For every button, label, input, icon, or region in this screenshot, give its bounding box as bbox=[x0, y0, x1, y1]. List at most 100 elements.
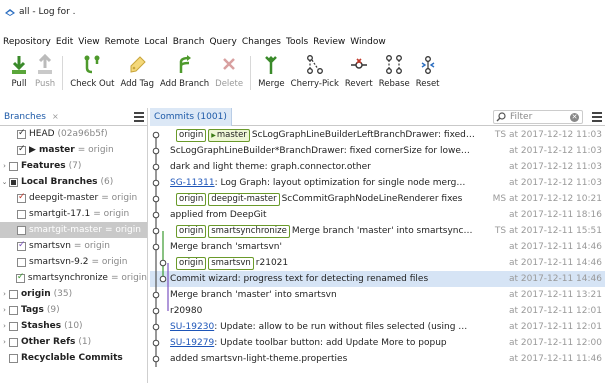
branch-tree-item[interactable]: ⌄ Local Branches (6) bbox=[0, 174, 147, 190]
menu-repository[interactable]: Repository bbox=[3, 37, 51, 47]
ref-badge[interactable]: origin bbox=[176, 256, 207, 270]
commit-row[interactable]: SU-19230: Update: allow to be run withou… bbox=[150, 319, 605, 335]
commit-node[interactable] bbox=[152, 291, 160, 299]
commit-row[interactable]: applied from DeepGit at 2017-12-11 18:16 bbox=[150, 207, 605, 223]
commit-row[interactable]: ScLogGraphLineBuilder*BranchDrawer: fixe… bbox=[150, 143, 605, 159]
clear-filter-icon[interactable]: ✕ bbox=[570, 113, 579, 122]
branch-tree-item[interactable]: deepgit-master= origin bbox=[0, 190, 147, 206]
branch-checkbox[interactable] bbox=[17, 240, 26, 251]
expand-arrow-icon[interactable]: › bbox=[0, 322, 9, 330]
menu-edit[interactable]: Edit bbox=[56, 37, 73, 47]
commit-row[interactable]: SU-19279: Update toolbar button: add Upd… bbox=[150, 335, 605, 351]
menu-query[interactable]: Query bbox=[209, 37, 236, 47]
branch-checkbox[interactable] bbox=[15, 272, 25, 283]
branch-checkbox[interactable] bbox=[9, 353, 18, 363]
commit-row[interactable]: Merge branch 'smartsvn' at 2017-12-11 14:… bbox=[150, 239, 605, 255]
ref-badge[interactable]: origin bbox=[176, 192, 207, 206]
commit-row[interactable]: added smartsvn-light-theme.properties at … bbox=[150, 351, 605, 367]
rebase-button[interactable]: Rebase bbox=[376, 52, 413, 98]
branch-tree-item[interactable]: smartsvn-9.2 = origin bbox=[0, 254, 147, 270]
branch-tree-item[interactable]: smartsvn= origin bbox=[0, 238, 147, 254]
commit-node[interactable] bbox=[152, 307, 160, 315]
commit-row[interactable]: Commit wizard: progress text for detecti… bbox=[150, 271, 605, 287]
commit-row[interactable]: origin deepgit-master ScCommitGraphNodeLin… bbox=[150, 191, 605, 207]
commit-node[interactable] bbox=[152, 131, 160, 139]
branch-checkbox[interactable] bbox=[17, 192, 26, 203]
commit-node[interactable] bbox=[152, 227, 160, 235]
ref-badge[interactable]: smartsvn bbox=[208, 256, 254, 270]
menu-remote[interactable]: Remote bbox=[105, 37, 140, 47]
commit-node[interactable] bbox=[152, 339, 160, 347]
branch-tree-item[interactable]: › Other Refs (1) bbox=[0, 334, 147, 350]
branch-checkbox[interactable] bbox=[9, 177, 18, 187]
hamburger-menu-icon[interactable] bbox=[134, 112, 144, 122]
expand-arrow-icon[interactable]: › bbox=[0, 338, 9, 346]
ref-badge[interactable]: master bbox=[208, 128, 250, 142]
ref-badge[interactable]: origin bbox=[176, 224, 207, 238]
menu-window[interactable]: Window bbox=[350, 37, 386, 47]
branch-checkbox[interactable] bbox=[9, 289, 18, 299]
branch-checkbox[interactable] bbox=[17, 257, 26, 267]
add-tag-button[interactable]: Add Tag bbox=[117, 52, 157, 98]
branch-tree-item[interactable]: › Features (7) bbox=[0, 158, 147, 174]
branch-tree-item[interactable]: ▶ master= origin bbox=[0, 142, 147, 158]
commit-row[interactable]: dark and light theme: graph.connector.ot… bbox=[150, 159, 605, 175]
commit-node[interactable] bbox=[152, 147, 160, 155]
tab-commits[interactable]: Commits (1001) bbox=[150, 107, 232, 126]
tab-branches[interactable]: Branches × bbox=[0, 108, 63, 126]
ref-badge[interactable]: smartsynchronize bbox=[208, 224, 290, 238]
cherry-pick-button[interactable]: Cherry-Pick bbox=[288, 52, 342, 98]
branch-tree-item[interactable]: › Tags (9) bbox=[0, 302, 147, 318]
commit-node[interactable] bbox=[152, 179, 160, 187]
filter-input[interactable]: Filter ✕ bbox=[493, 110, 583, 124]
commit-node[interactable] bbox=[152, 211, 160, 219]
menu-view[interactable]: View bbox=[78, 37, 99, 47]
ref-badge[interactable]: deepgit-master bbox=[208, 192, 280, 206]
merge-button[interactable]: Merge bbox=[255, 52, 288, 98]
branch-checkbox[interactable] bbox=[9, 337, 18, 347]
branch-tree-item[interactable]: › Stashes (10) bbox=[0, 318, 147, 334]
branch-checkbox[interactable] bbox=[17, 225, 26, 235]
expand-arrow-icon[interactable]: ⌄ bbox=[0, 178, 9, 186]
branch-checkbox[interactable] bbox=[9, 321, 18, 331]
commit-row[interactable]: SG-11311: Log Graph: layout optimization… bbox=[150, 175, 605, 191]
commit-row[interactable]: origin smartsvn r21021 at 2017-12-11 14:46 bbox=[150, 255, 605, 271]
menu-branch[interactable]: Branch bbox=[173, 37, 205, 47]
branch-tree-item[interactable]: smartgit-master = origin bbox=[0, 222, 147, 238]
branch-checkbox[interactable] bbox=[9, 305, 18, 315]
commit-row[interactable]: r20980 at 2017-12-11 12:01 bbox=[150, 303, 605, 319]
branch-checkbox[interactable] bbox=[17, 128, 26, 139]
branch-checkbox[interactable] bbox=[17, 144, 26, 155]
expand-arrow-icon[interactable]: › bbox=[0, 306, 9, 314]
expand-arrow-icon[interactable]: › bbox=[0, 290, 9, 298]
commit-row[interactable]: origin smartsynchronize Merge branch 'mast… bbox=[150, 223, 605, 239]
expand-arrow-icon[interactable]: › bbox=[0, 162, 9, 170]
commit-node[interactable] bbox=[159, 259, 167, 267]
commit-node[interactable] bbox=[152, 323, 160, 331]
revert-button[interactable]: Revert bbox=[342, 52, 376, 98]
commit-node[interactable] bbox=[152, 163, 160, 171]
branch-tree-item[interactable]: smartgit-17.1 = origin bbox=[0, 206, 147, 222]
branch-tree-item[interactable]: › origin (35) bbox=[0, 286, 147, 302]
branch-tree-item[interactable]: Recyclable Commits bbox=[0, 350, 147, 366]
commit-node[interactable] bbox=[152, 355, 160, 363]
branch-checkbox[interactable] bbox=[17, 209, 26, 219]
push-button[interactable]: Push bbox=[32, 52, 58, 98]
branch-tree-item[interactable]: HEAD(02a96b5f) bbox=[0, 126, 147, 142]
hamburger-menu-icon[interactable] bbox=[592, 112, 602, 122]
commit-node[interactable] bbox=[152, 243, 160, 251]
branch-tree-item[interactable]: smartsynchronize= origin bbox=[0, 270, 147, 286]
close-icon[interactable]: × bbox=[52, 112, 59, 121]
menu-local[interactable]: Local bbox=[144, 37, 167, 47]
check-out-button[interactable]: Check Out bbox=[67, 52, 117, 98]
commit-node[interactable] bbox=[159, 275, 167, 283]
branch-checkbox[interactable] bbox=[9, 161, 18, 171]
commit-row[interactable]: originmasterScLogGraphLineBuilderLeftBra… bbox=[150, 127, 605, 143]
commit-row[interactable]: Merge branch 'master' into smartsvn at 20… bbox=[150, 287, 605, 303]
menu-review[interactable]: Review bbox=[313, 37, 345, 47]
pull-button[interactable]: Pull bbox=[6, 52, 32, 98]
ref-badge[interactable]: origin bbox=[176, 128, 207, 142]
menu-changes[interactable]: Changes bbox=[242, 37, 281, 47]
reset-button[interactable]: Reset bbox=[413, 52, 443, 98]
commit-node[interactable] bbox=[152, 195, 160, 203]
